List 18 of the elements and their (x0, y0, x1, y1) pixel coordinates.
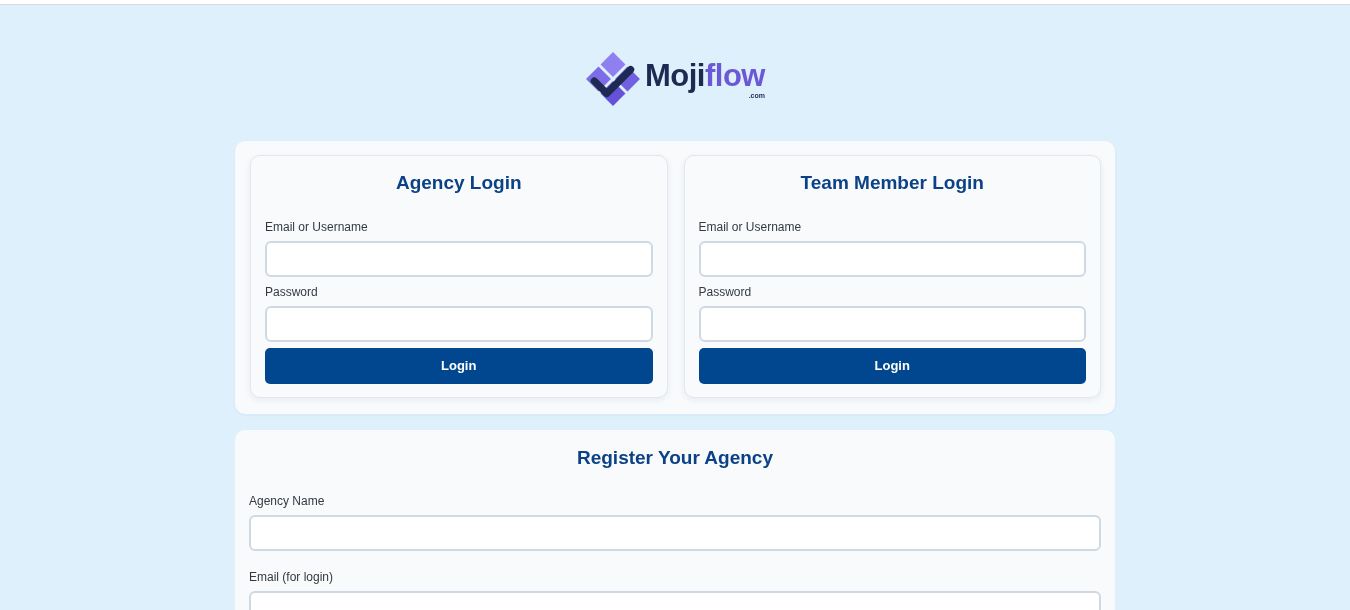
input-field[interactable] (249, 515, 1101, 551)
login-button[interactable]: Login (265, 348, 653, 384)
logo-wordmark: Mojiflow (645, 60, 765, 91)
field-label: Password (698, 284, 752, 301)
input-field[interactable] (265, 241, 653, 277)
login-button[interactable]: Login (698, 348, 1086, 384)
card-title: Agency Login (394, 171, 523, 195)
field-label: Email or Username (698, 219, 802, 236)
card-title: Team Member Login (799, 171, 985, 195)
field-label: Password (265, 284, 318, 301)
field-label: Agency Name (249, 493, 325, 510)
input-field[interactable] (698, 241, 1086, 277)
card-title: Register Your Agency (575, 446, 774, 470)
field-label: Email or Username (265, 219, 368, 236)
input-field[interactable] (265, 306, 653, 342)
input-field[interactable] (698, 306, 1086, 342)
logo-icon (585, 51, 641, 108)
field-label: Email (for login) (249, 569, 334, 586)
